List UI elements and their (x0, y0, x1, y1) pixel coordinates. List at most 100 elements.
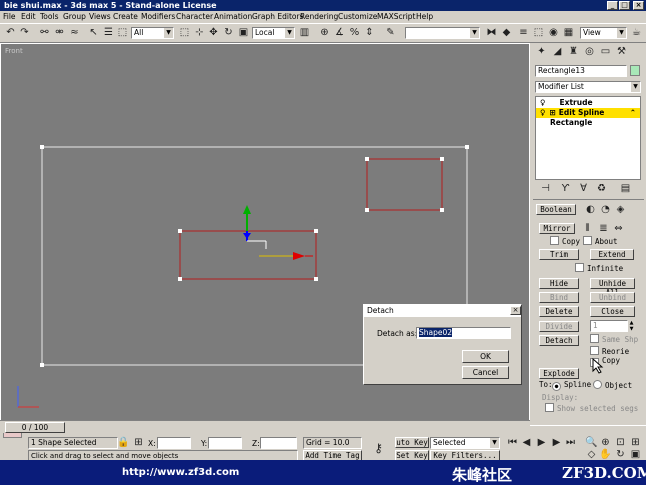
render-type-combo[interactable]: View ▼ (580, 27, 627, 39)
rotate-icon[interactable]: ↻ (222, 26, 235, 39)
infinite-bounds-checkbox[interactable]: Infinite (575, 263, 623, 274)
delete-button[interactable]: Delete (539, 306, 579, 317)
explode-to-object-radio[interactable]: Object (593, 380, 632, 391)
next-frame-icon[interactable]: ▶ (550, 436, 563, 449)
menu-character[interactable]: Character (176, 12, 213, 21)
subtract-icon[interactable]: ◔ (599, 203, 612, 216)
region-select-icon[interactable]: ⬚ (116, 26, 129, 39)
pivot-icon[interactable]: ▥ (298, 26, 311, 39)
undo-icon[interactable]: ↶ (4, 26, 17, 39)
chevron-up-icon[interactable]: ⌃ (630, 108, 636, 118)
mirror-tool-icon[interactable]: ⧓ (485, 26, 498, 39)
cancel-button[interactable]: Cancel (462, 366, 509, 379)
link-icon[interactable]: ⚯ (38, 26, 51, 39)
same-shape-checkbox[interactable]: Same Shp (590, 334, 638, 345)
redo-icon[interactable]: ↷ (18, 26, 31, 39)
menu-customize[interactable]: Customize (338, 12, 377, 21)
create-tab-icon[interactable]: ✦ (535, 45, 548, 58)
select-by-name-icon[interactable]: ☰ (102, 26, 115, 39)
ok-button[interactable]: OK (462, 350, 509, 363)
scale-icon[interactable]: ▣ (237, 26, 250, 39)
previous-frame-icon[interactable]: ◀ (520, 436, 533, 449)
menu-graph-editors[interactable]: Graph Editors (252, 12, 304, 21)
display-tab-icon[interactable]: ▭ (599, 45, 612, 58)
menu-views[interactable]: Views (89, 12, 111, 21)
track-view-icon[interactable]: ≡ (517, 26, 530, 39)
y-coordinate-input[interactable] (208, 437, 242, 449)
detach-button[interactable]: Detach (539, 335, 579, 346)
snap-icon[interactable]: ⊕ (318, 26, 331, 39)
lightbulb-icon[interactable]: ♀ (540, 108, 546, 117)
show-end-result-icon[interactable]: Ƴ (559, 182, 572, 195)
close-button[interactable]: Close (590, 306, 635, 317)
divide-button[interactable]: Divide (539, 321, 579, 332)
menu-group[interactable]: Group (63, 12, 86, 21)
stack-item-edit-spline[interactable]: ♀ ⊞ Edit Spline ⌃ (536, 108, 640, 118)
menu-animation[interactable]: Animation (214, 12, 252, 21)
lock-selection-icon[interactable]: 🔒 (117, 436, 130, 449)
percent-snap-icon[interactable]: % (348, 26, 361, 39)
about-pivot-checkbox[interactable]: About (583, 236, 618, 247)
trim-button[interactable]: Trim (539, 249, 579, 260)
minimize-button[interactable]: _ (607, 1, 618, 10)
maximize-button[interactable]: □ (619, 1, 630, 10)
menu-help[interactable]: Help (416, 12, 433, 21)
auto-key-button[interactable]: uto Key (395, 437, 429, 448)
go-to-end-icon[interactable]: ⏭ (564, 436, 577, 449)
divide-spinner[interactable]: ▲ ▼ (628, 320, 635, 332)
modifier-list-combo[interactable]: Modifier List ▼ (535, 81, 641, 93)
key-mode-combo[interactable]: Selected ▼ (430, 437, 500, 449)
configure-sets-icon[interactable]: ▤ (619, 182, 632, 195)
mirror-both-icon[interactable]: ⇔ (612, 222, 625, 235)
object-name-field[interactable]: Rectangle13 (535, 65, 627, 77)
menu-rendering[interactable]: Rendering (300, 12, 338, 21)
unbind-button[interactable]: Unbind (590, 292, 635, 303)
menu-modifiers[interactable]: Modifiers (141, 12, 175, 21)
x-coordinate-input[interactable] (157, 437, 191, 449)
play-icon[interactable]: ▶ (535, 436, 548, 449)
material-editor-icon[interactable]: ◉ (547, 26, 560, 39)
stack-item-rectangle[interactable]: Rectangle (536, 118, 640, 128)
absolute-mode-icon[interactable]: ⊞ (132, 436, 145, 449)
motion-tab-icon[interactable]: ◎ (583, 45, 596, 58)
mirror-vertical-icon[interactable]: ≣ (597, 222, 610, 235)
unlink-icon[interactable]: ⚮ (53, 26, 66, 39)
key-icon[interactable]: ⚷ (372, 442, 385, 455)
menu-tools[interactable]: Tools (40, 12, 58, 21)
explode-button[interactable]: Explode (539, 368, 579, 379)
reference-coordinate-combo[interactable]: Local ▼ (252, 27, 295, 39)
move-icon[interactable]: ✥ (207, 26, 220, 39)
remove-modifier-icon[interactable]: ♻ (595, 182, 608, 195)
named-selection-icon[interactable]: ✎ (384, 26, 397, 39)
utilities-tab-icon[interactable]: ⚒ (615, 45, 628, 58)
extend-button[interactable]: Extend (590, 249, 634, 260)
hide-button[interactable]: Hide (539, 278, 579, 289)
stack-item-extrude[interactable]: ♀ Extrude (536, 98, 640, 108)
menu-file[interactable]: File (3, 12, 16, 21)
bind-space-warp-icon[interactable]: ≈ (68, 26, 81, 39)
menu-maxscript[interactable]: MAXScript (377, 12, 416, 21)
explode-to-spline-radio[interactable]: ● Spline (552, 380, 591, 391)
z-coordinate-input[interactable] (260, 437, 297, 449)
unhide-all-button[interactable]: Unhide All (590, 278, 635, 297)
align-icon[interactable]: ◆ (500, 26, 513, 39)
show-selected-segs-checkbox[interactable]: Show selected segs (545, 403, 638, 414)
select-and-link-icon[interactable]: ⊹ (193, 26, 206, 39)
dialog-close-button[interactable]: × (510, 306, 521, 315)
pin-stack-icon[interactable]: ⊣ (539, 182, 552, 195)
object-color-swatch[interactable] (630, 65, 640, 76)
divide-count-input[interactable]: 1 (590, 320, 628, 332)
select-icon[interactable]: ↖ (87, 26, 100, 39)
union-icon[interactable]: ◐ (584, 203, 597, 216)
expand-icon[interactable]: ⊞ (550, 108, 556, 117)
mirror-button[interactable]: Mirror (539, 223, 575, 234)
go-to-start-icon[interactable]: ⏮ (506, 436, 519, 449)
selection-filter-combo[interactable]: All ▼ (131, 27, 174, 39)
spinner-snap-icon[interactable]: ⇕ (363, 26, 376, 39)
quick-render-icon[interactable]: ☕ (630, 26, 643, 39)
lightbulb-icon[interactable]: ♀ (540, 98, 546, 107)
angle-snap-icon[interactable]: ∡ (333, 26, 346, 39)
bind-button[interactable]: Bind (539, 292, 579, 303)
intersect-icon[interactable]: ◈ (614, 203, 627, 216)
boolean-button[interactable]: Boolean (536, 204, 576, 215)
